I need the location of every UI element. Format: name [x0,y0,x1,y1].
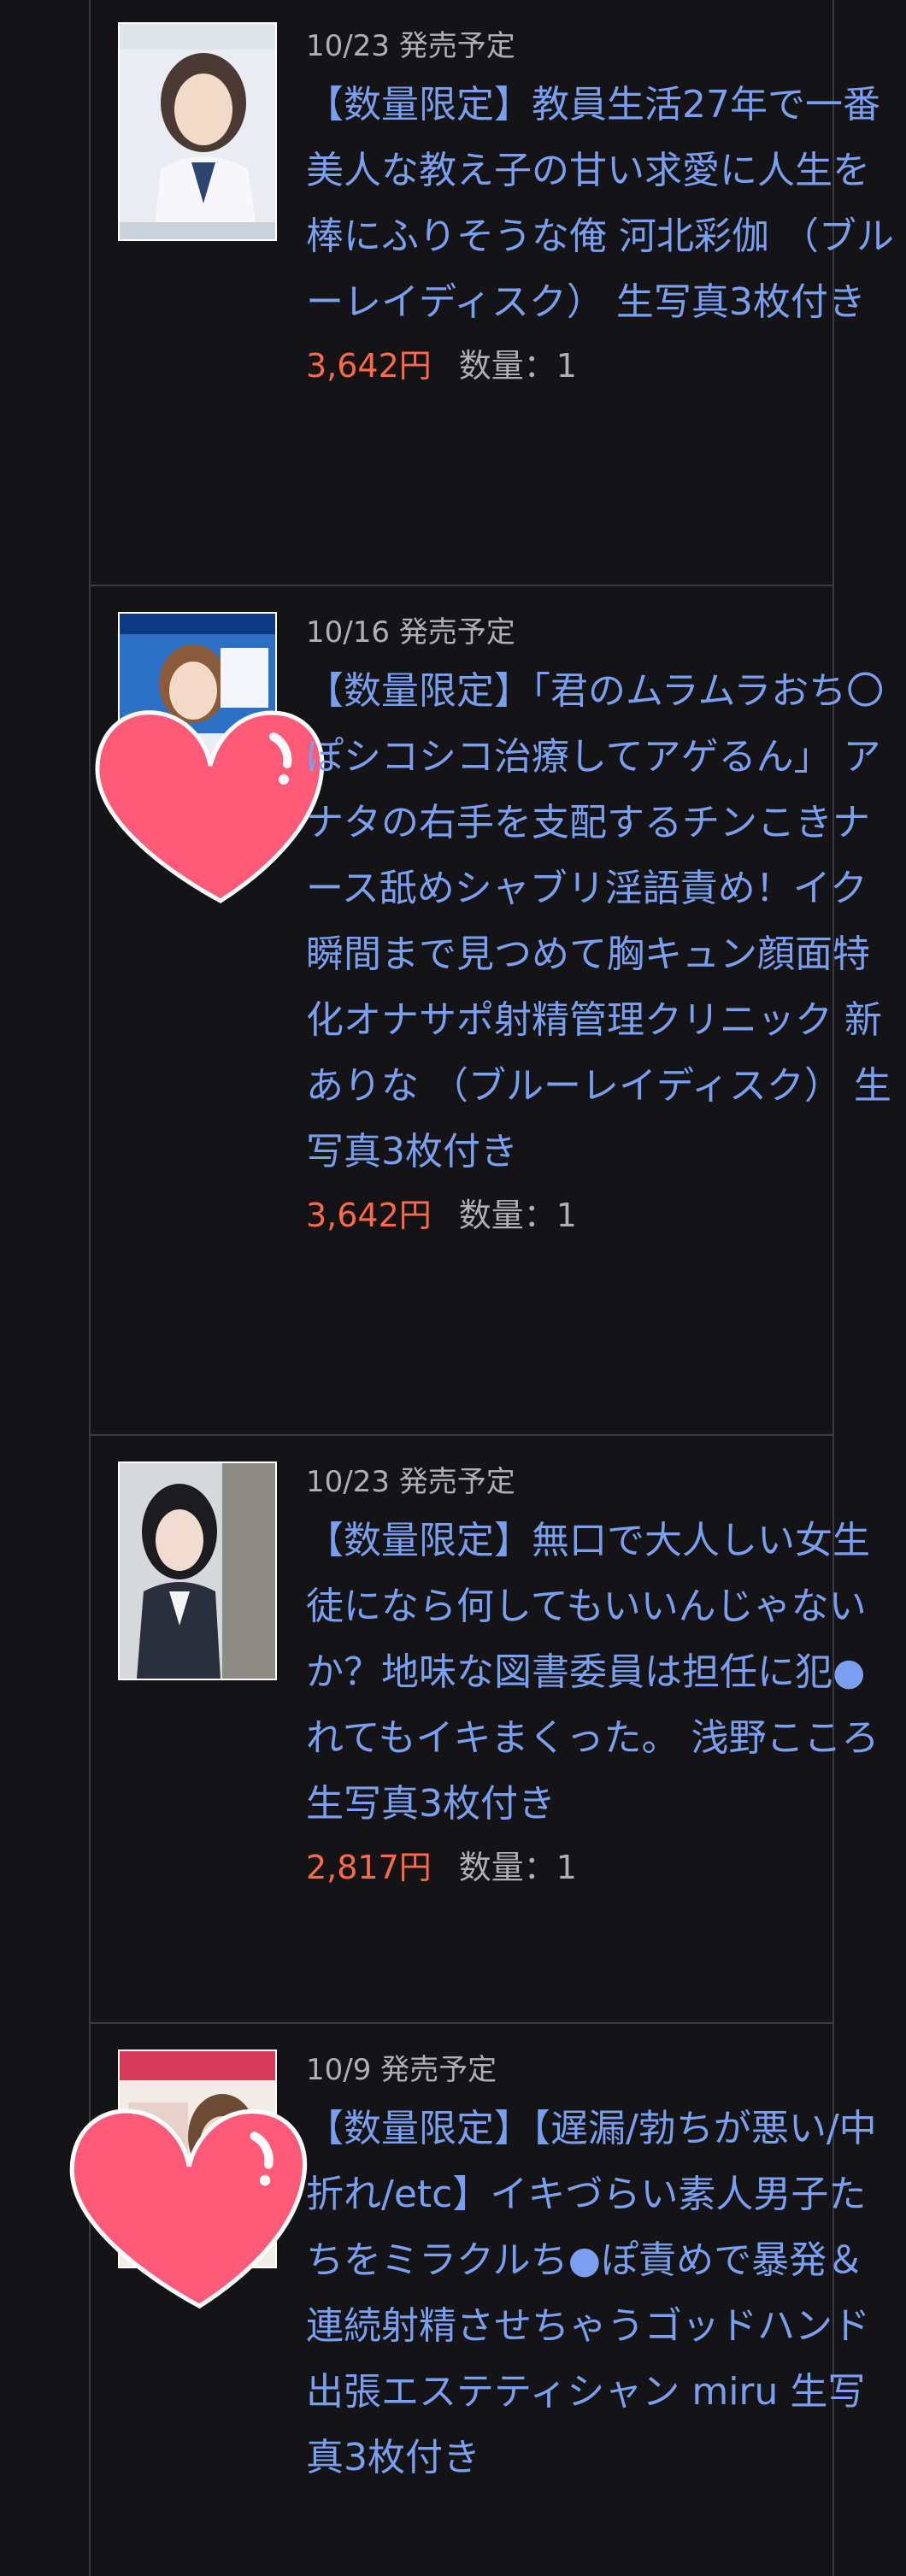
product-title-link[interactable]: 【数量限定】【遅漏/勃ちが悪い/中折れ/etc】イキづらい素人男子たちをミラクル… [306,2096,896,2491]
cover-art [120,24,275,239]
product-title-link[interactable]: 【数量限定】教員生活27年で一番美人な教え子の甘い求愛に人生を棒にふりそうな俺 … [306,72,896,335]
heart-sticker-icon [95,710,325,903]
price: 2,817円 [306,1849,432,1886]
price: 3,642円 [306,1197,432,1234]
cart-item: 10/9 発売予定 【数量限定】【遅漏/勃ちが悪い/中折れ/etc】イキづらい素… [69,2024,877,2576]
release-date: 10/23 発売予定 [306,1465,515,1499]
product-thumbnail[interactable] [118,1461,277,1680]
release-date: 10/16 発売予定 [306,615,515,650]
quantity: 数量：1 [458,1849,577,1886]
release-date: 10/9 発売予定 [306,2053,497,2087]
price-row: 3,642円 数量：1 [306,340,896,391]
cart-item: 10/23 発売予定 【数量限定】無口で大人しい女生徒になら何してもいいんじゃな… [91,1436,879,2022]
heart-sticker-icon [69,2108,308,2309]
price: 3,642円 [306,347,432,385]
cart-item-list: 10/23 発売予定 【数量限定】教員生活27年で一番美人な教え子の甘い求愛に人… [69,0,894,2576]
price-row: 2,817円 数量：1 [306,1842,896,1893]
quantity: 数量：1 [458,347,577,385]
quantity: 数量：1 [458,1197,577,1234]
product-title-link[interactable]: 【数量限定】「君のムラムラおち〇ぽシコシコ治療してアゲるん」 アナタの右手を支配… [306,658,896,1185]
cart-item: 10/16 発売予定 【数量限定】「君のムラムラおち〇ぽシコシコ治療してアゲるん… [91,586,891,1434]
cover-art [120,1463,275,1679]
product-thumbnail[interactable] [118,22,277,241]
product-title-link[interactable]: 【数量限定】無口で大人しい女生徒になら何してもいいんじゃないか？地味な図書委員は… [306,1508,896,1837]
price-row: 3,642円 数量：1 [306,1190,896,1241]
cart-item: 10/23 発売予定 【数量限定】教員生活27年で一番美人な教え子の甘い求愛に人… [91,0,894,585]
release-date: 10/23 発売予定 [306,29,515,63]
